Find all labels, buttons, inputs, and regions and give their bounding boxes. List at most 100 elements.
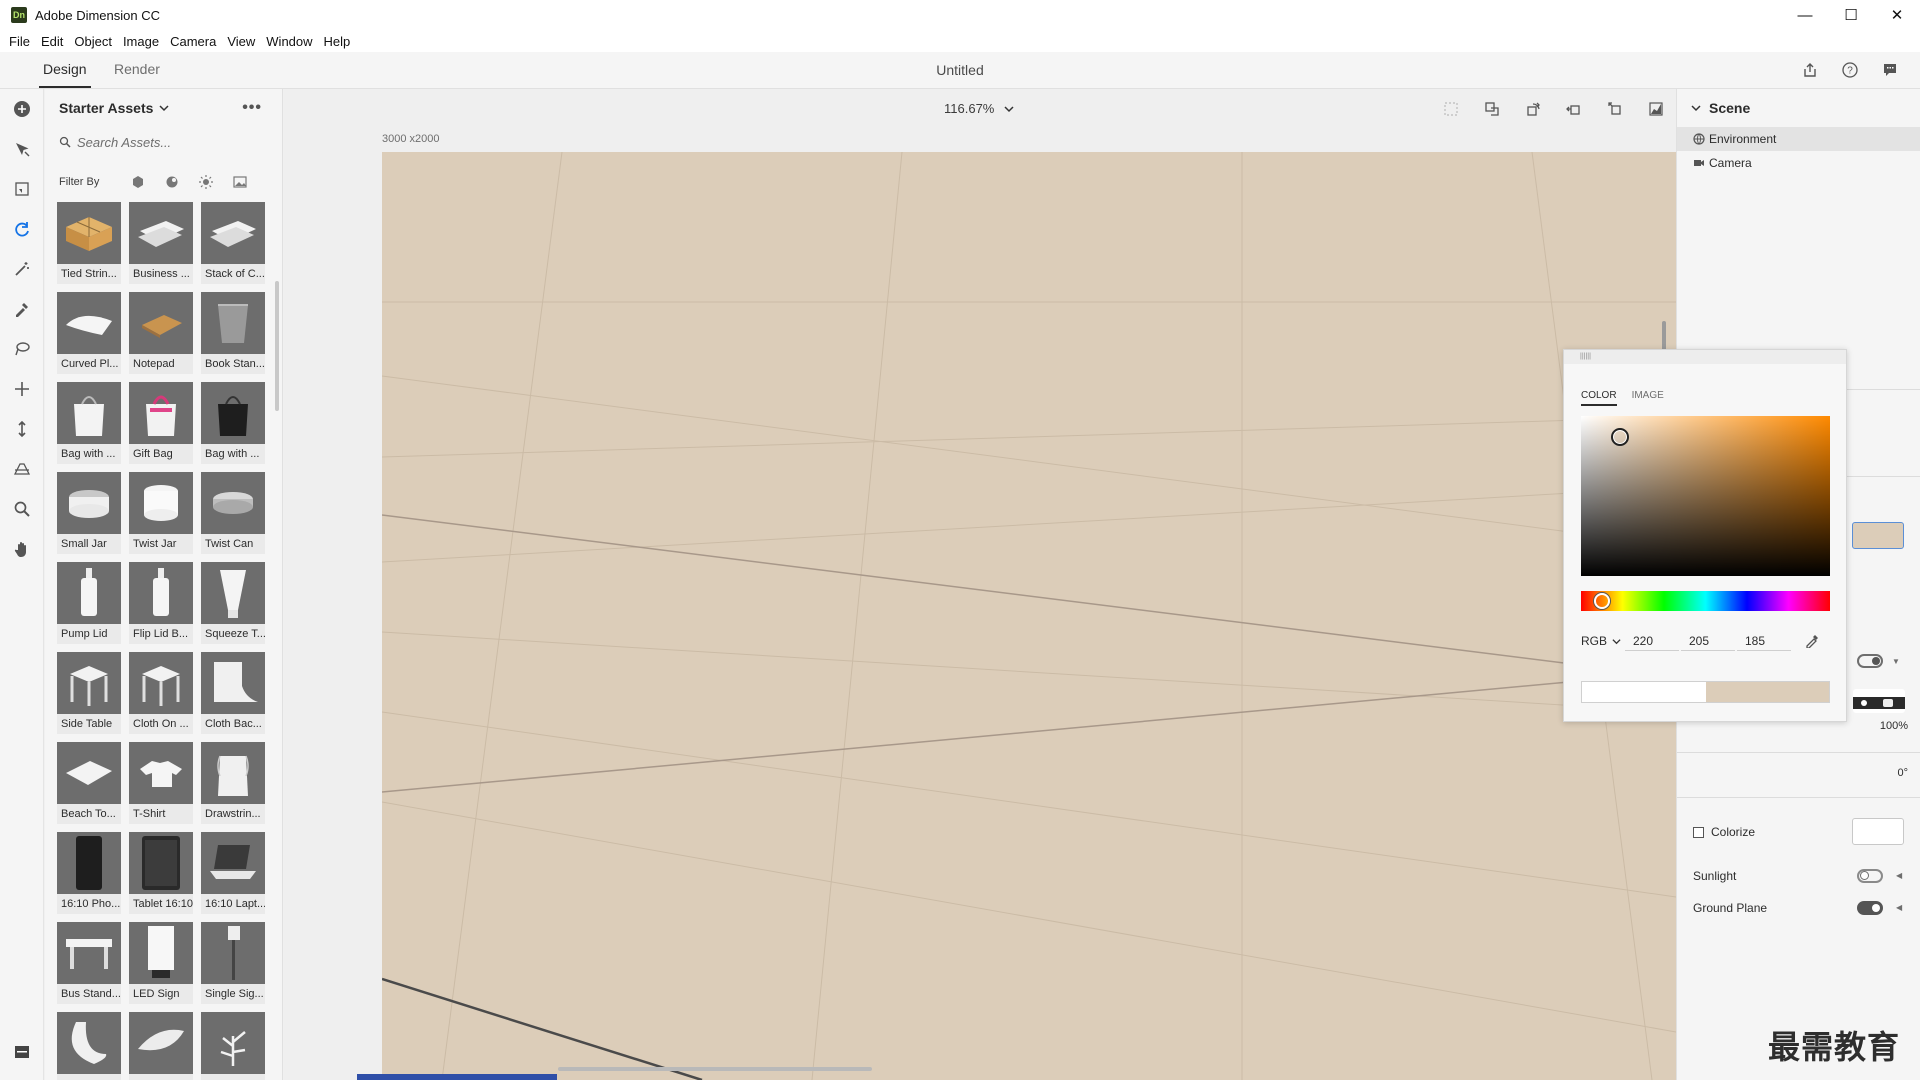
asset-tile[interactable]: Side Table xyxy=(57,652,121,734)
zoom-dropdown[interactable]: 116.67% xyxy=(944,101,1014,116)
asset-tile[interactable]: Drawstrin... xyxy=(201,742,265,824)
blue-value-input[interactable]: 185 xyxy=(1737,631,1791,651)
menu-image[interactable]: Image xyxy=(123,34,159,49)
asset-tile[interactable]: Flip Lid B... xyxy=(129,562,193,644)
menu-window[interactable]: Window xyxy=(266,34,312,49)
menu-camera[interactable]: Camera xyxy=(170,34,216,49)
model-filter-icon[interactable] xyxy=(121,175,155,189)
hand-icon[interactable] xyxy=(0,529,44,569)
asset-tile[interactable]: Cloth On ... xyxy=(129,652,193,734)
asset-tile[interactable]: Twist Can xyxy=(201,472,265,554)
assets-header[interactable]: Starter Assets ••• xyxy=(45,89,282,127)
sunlight-toggle[interactable] xyxy=(1857,869,1883,883)
scene-header[interactable]: Scene xyxy=(1677,89,1920,127)
eyedropper-icon[interactable] xyxy=(1805,632,1821,651)
previous-color-swatch[interactable] xyxy=(1582,682,1706,702)
asset-tile[interactable]: T-Shirt xyxy=(129,742,193,824)
expand-icon[interactable]: ▼ xyxy=(1892,657,1900,666)
asset-tile[interactable]: Bus Stand... xyxy=(57,922,121,1004)
more-options-icon[interactable]: ••• xyxy=(242,99,262,117)
histogram-icon[interactable] xyxy=(1635,97,1676,121)
color-picker-cursor[interactable] xyxy=(1611,428,1629,446)
tab-render[interactable]: Render xyxy=(114,61,160,77)
environment-image-thumbnail[interactable] xyxy=(1853,689,1905,713)
hue-slider-handle[interactable] xyxy=(1594,593,1610,609)
pan-icon[interactable] xyxy=(0,369,44,409)
asset-tile[interactable]: Squeeze T... xyxy=(201,562,265,644)
asset-tile[interactable]: Bag with ... xyxy=(201,382,265,464)
scene-item-environment[interactable]: Environment xyxy=(1677,127,1920,151)
canvas-vertical-scrollbar[interactable] xyxy=(1662,321,1666,351)
canvas-horizontal-scrollbar[interactable] xyxy=(558,1067,872,1071)
asset-tile[interactable]: Beach To... xyxy=(57,742,121,824)
help-icon[interactable]: ? xyxy=(1830,58,1870,82)
colorize-color-swatch[interactable] xyxy=(1852,818,1904,845)
asset-tile[interactable]: Single Sig... xyxy=(201,922,265,1004)
pan-view-icon[interactable] xyxy=(1553,97,1594,121)
asset-tile[interactable]: Stack of C... xyxy=(201,202,265,284)
environment-toggle[interactable] xyxy=(1857,654,1883,668)
sample-material-icon[interactable] xyxy=(0,289,44,329)
color-mode-dropdown[interactable]: RGB xyxy=(1581,634,1625,648)
dolly-icon[interactable] xyxy=(0,409,44,449)
asset-tile[interactable]: Business ... xyxy=(129,202,193,284)
panel-toggle-icon[interactable] xyxy=(0,1032,44,1072)
asset-tile[interactable] xyxy=(129,1012,193,1080)
fit-icon[interactable] xyxy=(1471,97,1512,121)
asset-tile[interactable]: Pump Lid xyxy=(57,562,121,644)
asset-tile[interactable]: Bag with ... xyxy=(57,382,121,464)
frame-icon[interactable] xyxy=(1430,97,1471,121)
minimize-button[interactable]: — xyxy=(1782,0,1828,30)
image-filter-icon[interactable] xyxy=(223,175,257,189)
asset-tile[interactable] xyxy=(201,1012,265,1080)
menu-help[interactable]: Help xyxy=(324,34,351,49)
scene-canvas[interactable] xyxy=(382,152,1676,1080)
select-icon[interactable] xyxy=(0,129,44,169)
rotation-value[interactable]: 0° xyxy=(1693,761,1908,785)
colorize-checkbox[interactable] xyxy=(1693,826,1704,838)
environment-color-swatch[interactable] xyxy=(1852,522,1904,549)
asset-tile[interactable]: Twist Jar xyxy=(129,472,193,554)
magic-lasso-icon[interactable] xyxy=(0,329,44,369)
zoom-icon[interactable] xyxy=(0,489,44,529)
asset-tile[interactable]: Tablet 16:10 xyxy=(129,832,193,914)
asset-tile[interactable]: 16:10 Lapt... xyxy=(201,832,265,914)
tab-color[interactable]: COLOR xyxy=(1581,390,1617,406)
menu-file[interactable]: File xyxy=(9,34,30,49)
drag-handle[interactable]: |||||| xyxy=(1564,350,1846,364)
green-value-input[interactable]: 205 xyxy=(1681,631,1735,651)
asset-tile[interactable]: 16:10 Pho... xyxy=(57,832,121,914)
asset-tile[interactable]: Cloth Bac... xyxy=(201,652,265,734)
search-assets-field[interactable]: Search Assets... xyxy=(45,127,282,157)
hue-slider[interactable] xyxy=(1581,591,1830,611)
dolly-view-icon[interactable] xyxy=(1594,97,1635,121)
menu-edit[interactable]: Edit xyxy=(41,34,63,49)
asset-tile[interactable] xyxy=(57,1012,121,1080)
tab-design[interactable]: Design xyxy=(39,61,91,88)
red-value-input[interactable]: 220 xyxy=(1625,631,1679,651)
select-bounds-icon[interactable] xyxy=(0,169,44,209)
menu-object[interactable]: Object xyxy=(74,34,112,49)
material-filter-icon[interactable] xyxy=(155,175,189,189)
orbit-icon[interactable] xyxy=(0,209,44,249)
horizon-icon[interactable] xyxy=(0,449,44,489)
share-icon[interactable] xyxy=(1790,58,1830,82)
asset-tile[interactable]: Notepad xyxy=(129,292,193,374)
magic-wand-icon[interactable] xyxy=(0,249,44,289)
close-button[interactable]: ✕ xyxy=(1874,0,1920,30)
light-filter-icon[interactable] xyxy=(189,175,223,189)
asset-tile[interactable]: Small Jar xyxy=(57,472,121,554)
maximize-button[interactable]: ☐ xyxy=(1828,0,1874,30)
asset-tile[interactable]: Book Stan... xyxy=(201,292,265,374)
sunlight-expand-icon[interactable]: ◀ xyxy=(1896,871,1902,880)
asset-tile[interactable]: LED Sign xyxy=(129,922,193,1004)
scene-item-camera[interactable]: Camera xyxy=(1677,151,1920,175)
menu-view[interactable]: View xyxy=(227,34,255,49)
asset-tile[interactable]: Curved Pl... xyxy=(57,292,121,374)
asset-tile[interactable]: Tied Strin... xyxy=(57,202,121,284)
orbit-view-icon[interactable] xyxy=(1512,97,1553,121)
add-icon[interactable] xyxy=(0,89,44,129)
ground-plane-toggle[interactable] xyxy=(1857,901,1883,915)
tab-image[interactable]: IMAGE xyxy=(1632,390,1664,401)
asset-tile[interactable]: Gift Bag xyxy=(129,382,193,464)
